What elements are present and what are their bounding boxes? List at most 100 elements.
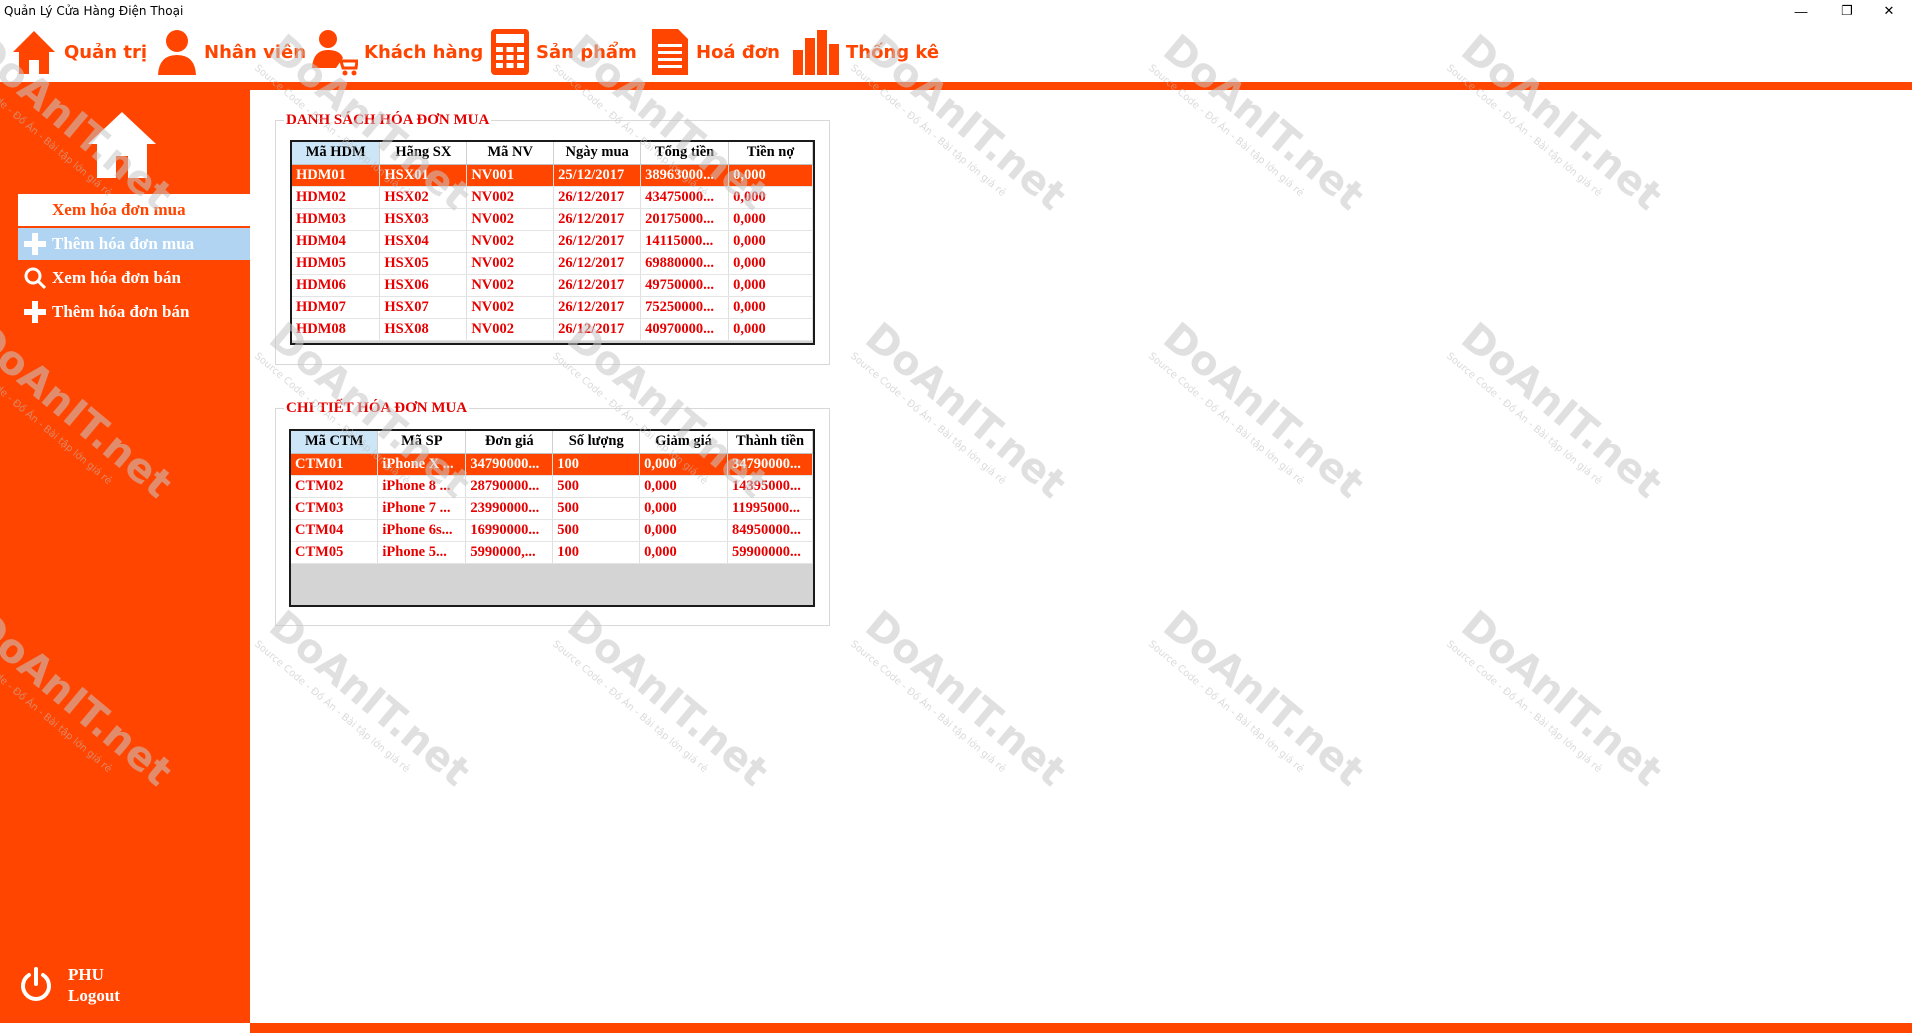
table-row[interactable]: HDM08 HSX08 NV002 26/12/2017 40970000... 0,00…: [292, 318, 813, 341]
table-row[interactable]: CTM01 iPhone X ... 34790000... 100 0,000 3479…: [291, 453, 813, 476]
table-cell[interactable]: NV002: [466, 318, 555, 341]
table-cell[interactable]: 0,000: [639, 497, 728, 520]
table-cell[interactable]: HDM04: [292, 230, 381, 253]
table-cell[interactable]: 100: [552, 453, 641, 476]
table-cell[interactable]: HSX03: [379, 208, 468, 231]
table-cell[interactable]: CTM02: [291, 475, 379, 498]
column-header[interactable]: Giảm giá: [639, 431, 728, 454]
table-row[interactable]: CTM03 iPhone 7 ... 23990000... 500 0,000 1199…: [291, 497, 813, 520]
table-cell[interactable]: HSX01: [379, 164, 468, 187]
table-cell[interactable]: 0,000: [728, 208, 813, 231]
table-cell[interactable]: 0,000: [728, 274, 813, 297]
table-cell[interactable]: iPhone 8 ...: [377, 475, 467, 498]
table-cell[interactable]: 23990000...: [465, 497, 554, 520]
table-cell[interactable]: 0,000: [639, 475, 728, 498]
table-cell[interactable]: 26/12/2017: [553, 274, 642, 297]
table-cell[interactable]: HSX02: [379, 186, 468, 209]
table-cell[interactable]: 14395000...: [727, 475, 813, 498]
table-cell[interactable]: HSX08: [379, 318, 468, 341]
column-header[interactable]: Mã HDM: [292, 142, 381, 165]
sidebar-item-them-hoa-don-ban[interactable]: Thêm hóa đơn bán: [18, 296, 250, 328]
table-row[interactable]: HDM05 HSX05 NV002 26/12/2017 69880000... 0,00…: [292, 252, 813, 275]
table-cell[interactable]: 75250000...: [640, 296, 730, 319]
table-row[interactable]: CTM05 iPhone 5... 5990000,... 100 0,000 59900…: [291, 541, 813, 564]
table-cell[interactable]: 0,000: [728, 318, 813, 341]
table-cell[interactable]: HDM01: [292, 164, 381, 187]
table-cell[interactable]: iPhone 7 ...: [377, 497, 467, 520]
minimize-button[interactable]: —: [1778, 0, 1824, 22]
table-cell[interactable]: 25/12/2017: [553, 164, 642, 187]
column-header[interactable]: Đơn giá: [465, 431, 554, 454]
table-cell[interactable]: 26/12/2017: [553, 318, 642, 341]
column-header[interactable]: Hãng SX: [379, 142, 468, 165]
table-cell[interactable]: HSX05: [379, 252, 468, 275]
table-row[interactable]: CTM04 iPhone 6s... 16990000... 500 0,000 8495…: [291, 519, 813, 542]
restore-button[interactable]: ❐: [1824, 0, 1870, 22]
table-cell[interactable]: 26/12/2017: [553, 230, 642, 253]
sidebar-item-xem-hoa-don-mua[interactable]: Xem hóa đơn mua: [18, 194, 250, 226]
table-cell[interactable]: HDM05: [292, 252, 381, 275]
table-row[interactable]: HDM02 HSX02 NV002 26/12/2017 43475000... 0,00…: [292, 186, 813, 209]
table-cell[interactable]: iPhone 6s...: [377, 519, 467, 542]
table-cell[interactable]: 20175000...: [640, 208, 730, 231]
column-header[interactable]: Thành tiền: [727, 431, 813, 454]
table-cell[interactable]: 38963000...: [640, 164, 730, 187]
table-cell[interactable]: 0,000: [728, 186, 813, 209]
column-header[interactable]: Tổng tiền: [640, 142, 730, 165]
sidebar-item-xem-hoa-don-ban[interactable]: Xem hóa đơn bán: [18, 262, 250, 294]
table-cell[interactable]: 500: [552, 475, 641, 498]
table-cell[interactable]: 0,000: [639, 453, 728, 476]
table-cell[interactable]: 26/12/2017: [553, 186, 642, 209]
column-header[interactable]: Mã NV: [466, 142, 555, 165]
table-cell[interactable]: 49750000...: [640, 274, 730, 297]
table-cell[interactable]: 59900000...: [727, 541, 813, 564]
table-cell[interactable]: NV002: [466, 186, 555, 209]
table-cell[interactable]: 11995000...: [727, 497, 813, 520]
table-cell[interactable]: 0,000: [728, 164, 813, 187]
home-logo[interactable]: [86, 110, 158, 185]
table-cell[interactable]: CTM04: [291, 519, 379, 542]
table-row[interactable]: CTM02 iPhone 8 ... 28790000... 500 0,000 1439…: [291, 475, 813, 498]
column-header[interactable]: Ngày mua: [553, 142, 642, 165]
column-header[interactable]: Mã SP: [377, 431, 467, 454]
table-cell[interactable]: 5990000,...: [465, 541, 554, 564]
table-cell[interactable]: HDM03: [292, 208, 381, 231]
menu-san-pham[interactable]: Sản phẩm: [490, 26, 637, 78]
logout-button[interactable]: PHU Logout: [18, 964, 120, 1006]
table-cell[interactable]: 500: [552, 519, 641, 542]
menu-khach-hang[interactable]: Khách hàng: [310, 26, 483, 78]
menu-nhan-vien[interactable]: Nhân viên: [156, 26, 306, 78]
close-button[interactable]: ✕: [1866, 0, 1912, 22]
table-cell[interactable]: CTM03: [291, 497, 379, 520]
table-cell[interactable]: CTM01: [291, 453, 379, 476]
table-cell[interactable]: 0,000: [728, 252, 813, 275]
table-cell[interactable]: 69880000...: [640, 252, 730, 275]
table-cell[interactable]: HSX04: [379, 230, 468, 253]
table-cell[interactable]: 500: [552, 497, 641, 520]
invoice-list-grid[interactable]: Mã HDM Hãng SX Mã NV Ngày mua Tổng tiền Tiền …: [290, 140, 815, 345]
table-cell[interactable]: 0,000: [728, 230, 813, 253]
menu-hoa-don[interactable]: Hoá đơn: [650, 26, 780, 78]
table-cell[interactable]: 16990000...: [465, 519, 554, 542]
table-cell[interactable]: 28790000...: [465, 475, 554, 498]
table-cell[interactable]: 84950000...: [727, 519, 813, 542]
table-row[interactable]: HDM07 HSX07 NV002 26/12/2017 75250000... 0,00…: [292, 296, 813, 319]
column-header[interactable]: Tiền nợ: [728, 142, 813, 165]
table-cell[interactable]: HSX06: [379, 274, 468, 297]
column-header[interactable]: Số lượng: [552, 431, 641, 454]
table-cell[interactable]: NV001: [466, 164, 555, 187]
table-cell[interactable]: 26/12/2017: [553, 296, 642, 319]
table-cell[interactable]: 0,000: [639, 519, 728, 542]
invoice-detail-grid[interactable]: Mã CTM Mã SP Đơn giá Số lượng Giảm giá Thành …: [289, 429, 815, 607]
table-cell[interactable]: 43475000...: [640, 186, 730, 209]
table-cell[interactable]: HDM02: [292, 186, 381, 209]
table-cell[interactable]: 26/12/2017: [553, 208, 642, 231]
table-cell[interactable]: NV002: [466, 208, 555, 231]
table-cell[interactable]: HSX07: [379, 296, 468, 319]
table-cell[interactable]: 0,000: [728, 296, 813, 319]
table-cell[interactable]: 26/12/2017: [553, 252, 642, 275]
table-cell[interactable]: 100: [552, 541, 641, 564]
column-header[interactable]: Mã CTM: [291, 431, 379, 454]
table-cell[interactable]: NV002: [466, 252, 555, 275]
table-row[interactable]: HDM01 HSX01 NV001 25/12/2017 38963000... 0,00…: [292, 164, 813, 187]
